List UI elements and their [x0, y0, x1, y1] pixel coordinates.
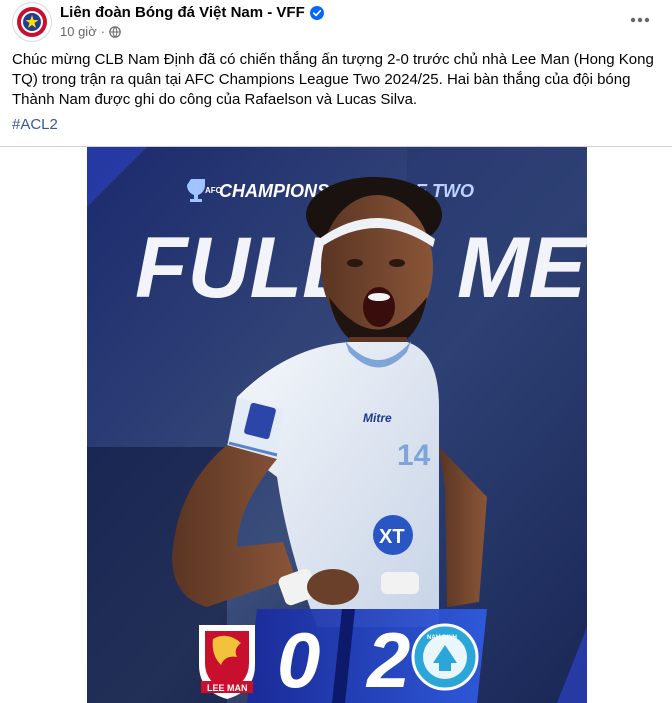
page-avatar[interactable]: [12, 2, 52, 42]
page-name[interactable]: Liên đoàn Bóng đá Việt Nam - VFF: [60, 4, 324, 21]
away-club-label: NAM ĐỊNH: [427, 635, 457, 641]
shirt-sponsor: Mitre: [363, 411, 392, 425]
nam-dinh-crest: NAM ĐỊNH: [411, 623, 479, 691]
verified-badge-icon: [309, 5, 324, 20]
lee-man-crest: LEE MAN: [199, 625, 255, 699]
post-image[interactable]: AFC CHAMPIONS E TWO FULL ME Mitre 14 XT …: [87, 147, 587, 703]
headline-me: ME: [457, 220, 587, 316]
facebook-post: Liên đoàn Bóng đá Việt Nam - VFF 10 giờ …: [0, 0, 672, 703]
hashtag-link[interactable]: #ACL2: [12, 116, 58, 133]
globe-icon[interactable]: [109, 25, 121, 38]
away-score: 2: [365, 616, 410, 703]
banner-champions: CHAMPIONS: [219, 181, 329, 201]
shirt-logo: XT: [379, 526, 405, 548]
post-time[interactable]: 10 giờ: [60, 24, 97, 39]
post-meta: 10 giờ ·: [60, 24, 121, 39]
fulltime-graphic: AFC CHAMPIONS E TWO FULL ME Mitre 14 XT …: [87, 147, 587, 703]
meta-separator: ·: [100, 24, 106, 39]
post-header: Liên đoàn Bóng đá Việt Nam - VFF 10 giờ …: [0, 0, 672, 44]
post-text: Chúc mừng CLB Nam Định đã có chiến thắng…: [12, 51, 654, 108]
shirt-number: 14: [397, 439, 431, 472]
home-score: 0: [277, 616, 320, 703]
more-dots-icon: [630, 17, 650, 23]
page-name-text[interactable]: Liên đoàn Bóng đá Việt Nam - VFF: [60, 4, 305, 21]
more-options-button[interactable]: [626, 6, 654, 34]
home-club-label: LEE MAN: [207, 683, 248, 693]
vff-logo-icon: [14, 4, 50, 40]
